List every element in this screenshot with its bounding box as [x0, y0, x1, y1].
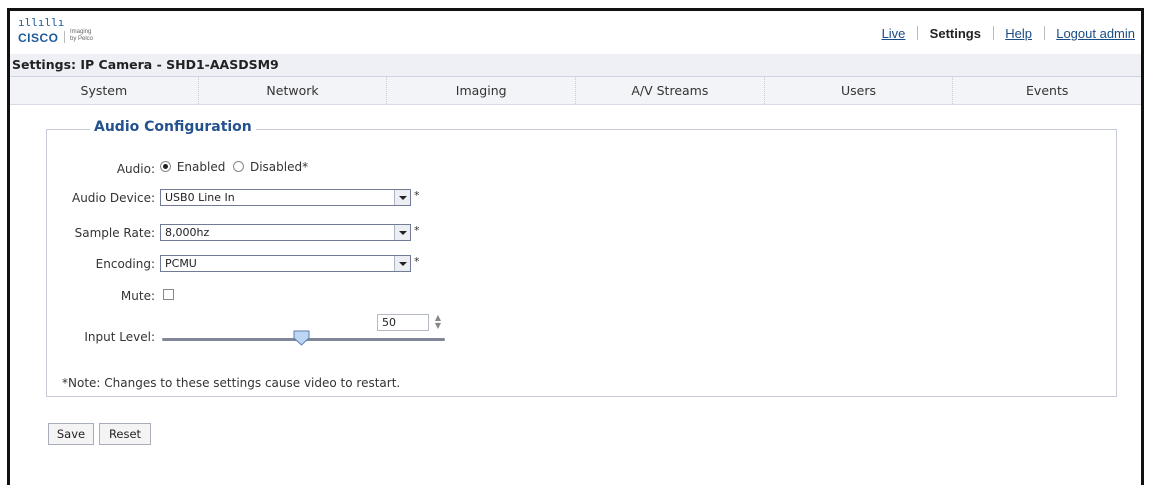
audio-enabled-radio[interactable] [160, 161, 171, 172]
nav-divider [1043, 26, 1045, 40]
sample-rate-label: Sample Rate: [74, 226, 155, 240]
mute-label: Mute: [120, 289, 155, 303]
input-level-label: Input Level: [84, 330, 155, 344]
reset-button[interactable]: Reset [99, 423, 151, 445]
cisco-logo: ıllıllı CISCO Imaging by Pelco [18, 16, 93, 45]
tab-system[interactable]: System [10, 77, 199, 104]
encoding-select[interactable]: PCMU [160, 255, 411, 272]
slider-handle-icon[interactable] [293, 330, 310, 346]
page-title: Settings: IP Camera - SHD1-AASDSM9 [12, 57, 279, 72]
sub-brand: Imaging by Pelco [70, 29, 94, 42]
audio-config-fieldset: Audio Configuration Audio: Enabled Disab… [46, 119, 1117, 397]
chevron-down-icon[interactable] [394, 190, 410, 205]
save-button[interactable]: Save [48, 423, 94, 445]
cisco-bars-icon: ıllıllı [18, 16, 65, 29]
header-bar: ıllıllı CISCO Imaging by Pelco Live Sett… [10, 11, 1141, 55]
audio-device-value: USB0 Line In [165, 191, 235, 204]
nav-live-link[interactable]: Live [882, 26, 906, 41]
tab-av-streams[interactable]: A/V Streams [576, 77, 765, 104]
nav-settings-link[interactable]: Settings [930, 26, 981, 41]
sample-rate-select[interactable]: 8,000hz [160, 224, 411, 241]
settings-tabs: System Network Imaging A/V Streams Users… [10, 77, 1141, 105]
restart-note: *Note: Changes to these settings cause v… [62, 376, 401, 390]
tab-network[interactable]: Network [199, 77, 388, 104]
logo-text: CISCO [18, 31, 59, 45]
audio-device-label: Audio Device: [71, 191, 155, 205]
audio-device-select[interactable]: USB0 Line In [160, 189, 411, 206]
sample-rate-value: 8,000hz [165, 226, 210, 239]
required-marker: * [414, 255, 420, 268]
nav-logout-link[interactable]: Logout admin [1056, 26, 1135, 41]
top-navigation: Live Settings Help Logout admin [882, 26, 1135, 41]
nav-help-link[interactable]: Help [1005, 26, 1032, 41]
logo-divider [64, 31, 65, 43]
audio-disabled-label: Disabled* [249, 160, 309, 174]
tab-users[interactable]: Users [765, 77, 954, 104]
nav-divider [992, 26, 994, 40]
required-marker: * [414, 224, 420, 237]
tab-events[interactable]: Events [953, 77, 1141, 104]
tab-imaging[interactable]: Imaging [387, 77, 577, 104]
mute-checkbox[interactable] [163, 289, 174, 300]
audio-disabled-radio[interactable] [233, 161, 245, 172]
audio-enabled-label: Enabled [176, 160, 226, 174]
page-title-bar: Settings: IP Camera - SHD1-AASDSM9 [10, 54, 1141, 77]
audio-radio-group: Enabled Disabled* [160, 160, 308, 174]
audio-label: Audio: [116, 162, 155, 176]
nav-divider [917, 26, 919, 40]
spinner-arrows-icon[interactable]: ▲ ▼ [433, 314, 443, 331]
encoding-label: Encoding: [95, 257, 155, 271]
encoding-value: PCMU [165, 257, 197, 270]
chevron-down-icon[interactable] [394, 256, 410, 271]
input-level-value-field[interactable]: 50 [377, 314, 429, 331]
input-level-value: 50 [382, 316, 396, 329]
required-marker: * [414, 189, 420, 202]
section-title: Audio Configuration [90, 119, 256, 135]
chevron-down-icon[interactable] [394, 225, 410, 240]
browser-frame: ıllıllı CISCO Imaging by Pelco Live Sett… [7, 8, 1144, 485]
